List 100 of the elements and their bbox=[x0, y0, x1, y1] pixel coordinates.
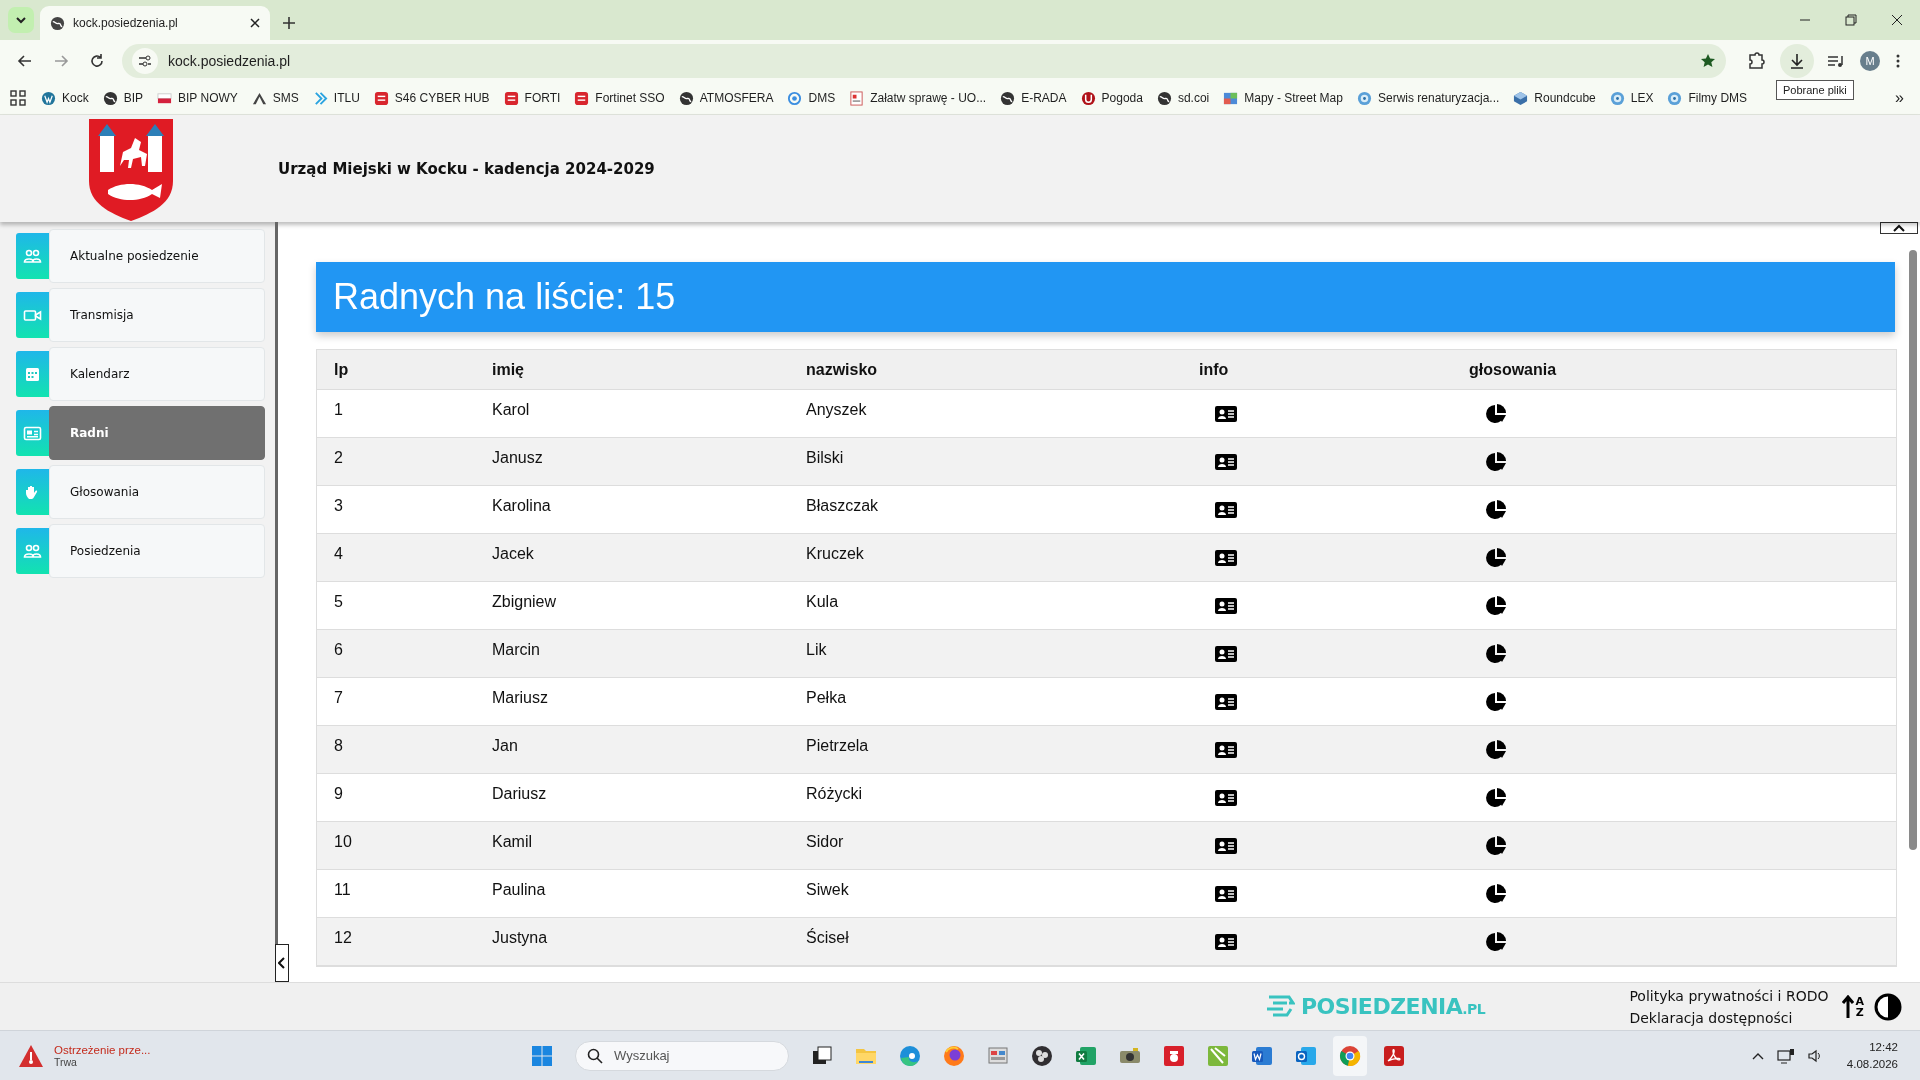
table-cell-text: Paulina bbox=[491, 880, 547, 900]
bookmark[interactable]: Fortinet SSO bbox=[567, 87, 672, 109]
close-icon[interactable] bbox=[250, 18, 260, 28]
disc-icon[interactable] bbox=[1030, 1043, 1054, 1068]
id-card-icon[interactable] bbox=[1215, 691, 1237, 713]
square-icon bbox=[373, 90, 389, 106]
tab-list-button[interactable] bbox=[8, 7, 34, 33]
apps-grid-icon[interactable] bbox=[10, 90, 26, 106]
browser-tab[interactable]: kock.posiedzenia.pl bbox=[40, 6, 270, 40]
list-banner: Radnych na liście: 15 bbox=[316, 262, 1895, 332]
sidebar-item[interactable]: Transmisja bbox=[49, 288, 265, 342]
sidebar-item[interactable]: Głosowania bbox=[49, 465, 265, 519]
collapse-sidebar-button[interactable] bbox=[275, 944, 289, 982]
table-cell-text: Justyna bbox=[491, 928, 549, 948]
globe-icon bbox=[102, 90, 118, 106]
bookmark[interactable]: Roundcube bbox=[1506, 87, 1603, 109]
id-card-icon[interactable] bbox=[1215, 451, 1237, 473]
column-header: imię bbox=[491, 360, 525, 379]
table-cell-text: Jacek bbox=[491, 544, 535, 564]
back-arrow-icon[interactable] bbox=[17, 53, 33, 69]
scroll-up-button[interactable] bbox=[1880, 222, 1918, 234]
pdf-app-icon[interactable] bbox=[1382, 1043, 1406, 1068]
sidebar-item[interactable]: Posiedzenia bbox=[49, 524, 265, 578]
pie-chart-icon[interactable] bbox=[1485, 547, 1507, 569]
pie-chart-icon[interactable] bbox=[1485, 499, 1507, 521]
table-cell-text: 6 bbox=[333, 640, 344, 660]
bookmark[interactable]: DMS bbox=[780, 87, 843, 109]
taskbar-search-field[interactable]: Wyszukaj bbox=[575, 1040, 789, 1071]
id-card-icon[interactable] bbox=[1215, 883, 1237, 905]
id-card-icon[interactable] bbox=[1215, 835, 1237, 857]
pie-chart-icon[interactable] bbox=[1485, 739, 1507, 761]
id-card-icon[interactable] bbox=[1215, 403, 1237, 425]
bookmark[interactable]: Załatw sprawę - UO... bbox=[842, 87, 994, 109]
bookmark[interactable]: BIP NOWY bbox=[150, 87, 245, 109]
weather-alert[interactable]: Ostrzeżenie prze... Trwa bbox=[18, 1043, 151, 1068]
speaker-icon[interactable] bbox=[1806, 1047, 1823, 1064]
contrast-icon[interactable] bbox=[1874, 992, 1902, 1021]
scrollbar[interactable] bbox=[1909, 250, 1917, 850]
bookmark[interactable]: Kock bbox=[34, 87, 96, 109]
bookmark[interactable]: Serwis renaturyzacja... bbox=[1349, 87, 1507, 109]
pie-chart-icon[interactable] bbox=[1485, 643, 1507, 665]
network-icon[interactable] bbox=[1776, 1047, 1795, 1064]
star-icon[interactable] bbox=[1700, 53, 1716, 69]
windows-start-icon[interactable] bbox=[530, 1043, 554, 1068]
wordpress-icon bbox=[41, 90, 56, 106]
bookmark[interactable]: Filmy DMS bbox=[1660, 87, 1755, 109]
footer-link[interactable]: Deklaracja dostępności bbox=[1629, 1006, 1829, 1029]
disc-icon bbox=[1667, 90, 1683, 106]
profile-avatar[interactable]: M bbox=[1860, 51, 1880, 71]
site-settings-icon[interactable] bbox=[138, 54, 152, 68]
pie-chart-icon[interactable] bbox=[1485, 691, 1507, 713]
id-card-icon[interactable] bbox=[1215, 931, 1237, 953]
square-icon bbox=[574, 90, 590, 106]
photo-app-icon[interactable] bbox=[1162, 1043, 1186, 1068]
id-card-icon[interactable] bbox=[1215, 547, 1237, 569]
browser-icon[interactable] bbox=[942, 1043, 966, 1068]
more-bookmarks-button[interactable]: » bbox=[1889, 89, 1910, 107]
id-card-icon[interactable] bbox=[1215, 499, 1237, 521]
table-cell-text: Karol bbox=[491, 400, 531, 420]
download-icon[interactable] bbox=[1789, 53, 1805, 69]
browser-icon[interactable] bbox=[1338, 1043, 1362, 1068]
bookmark[interactable]: BIP bbox=[95, 87, 151, 109]
bookmark[interactable]: ITLU bbox=[305, 87, 367, 109]
text-size-button[interactable]: A Z bbox=[1842, 994, 1864, 1019]
pie-chart-icon[interactable] bbox=[1485, 931, 1507, 953]
map-icon bbox=[1223, 90, 1239, 106]
id-card-icon[interactable] bbox=[1215, 787, 1237, 809]
id-card-icon[interactable] bbox=[1215, 643, 1237, 665]
globe-icon bbox=[1156, 90, 1172, 106]
table-cell-text: Różycki bbox=[805, 784, 863, 804]
bookmark[interactable]: sd.coi bbox=[1149, 87, 1217, 109]
pie-chart-icon[interactable] bbox=[1485, 883, 1507, 905]
clock[interactable]: 12:42 4.08.2026 bbox=[1846, 1038, 1898, 1073]
id-card-icon[interactable] bbox=[1215, 739, 1237, 761]
forward-arrow-icon[interactable] bbox=[53, 53, 69, 69]
sidebar-item[interactable]: Aktualne posiedzenie bbox=[49, 229, 265, 283]
table-cell-text: Pełka bbox=[805, 688, 848, 708]
footer-link[interactable]: Polityka prywatności i RODO bbox=[1629, 984, 1829, 1007]
bookmark[interactable]: LEX bbox=[1602, 87, 1661, 109]
pie-chart-icon[interactable] bbox=[1485, 787, 1507, 809]
bookmark[interactable]: Mapy - Street Map bbox=[1216, 87, 1350, 109]
address-bar[interactable]: kock.posiedzenia.pl bbox=[122, 44, 1726, 78]
table-cell-text: Kamil bbox=[491, 832, 533, 852]
bookmark[interactable]: S46 CYBER HUB bbox=[366, 87, 497, 109]
triangle-icon bbox=[251, 90, 267, 106]
browser-icon[interactable] bbox=[898, 1043, 922, 1068]
pie-chart-icon[interactable] bbox=[1485, 835, 1507, 857]
reload-icon[interactable] bbox=[89, 53, 105, 69]
sidebar-item[interactable]: Kalendarz bbox=[49, 347, 265, 401]
pie-chart-icon[interactable] bbox=[1485, 403, 1507, 425]
pie-chart-icon[interactable] bbox=[1485, 451, 1507, 473]
pie-chart-icon[interactable] bbox=[1485, 595, 1507, 617]
id-card-icon[interactable] bbox=[1215, 595, 1237, 617]
table-cell-text: Zbigniew bbox=[491, 592, 558, 612]
sidebar-item[interactable]: Radni bbox=[49, 406, 265, 460]
bookmark[interactable]: SMS bbox=[244, 87, 306, 109]
bookmark[interactable]: ATMOSFERA bbox=[671, 87, 781, 109]
bookmark[interactable]: Pogoda bbox=[1073, 87, 1150, 109]
bookmark[interactable]: FORTI bbox=[496, 87, 568, 109]
bookmark[interactable]: E-RADA bbox=[993, 87, 1074, 109]
